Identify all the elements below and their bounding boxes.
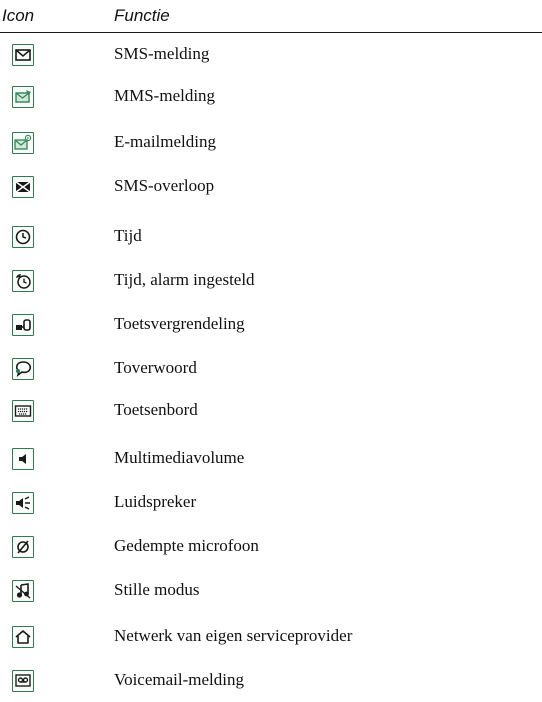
table-row: SMS-melding xyxy=(0,42,542,72)
alarm-icon xyxy=(12,270,34,292)
row-label: SMS-overloop xyxy=(114,176,215,195)
table-row: Toverwoord xyxy=(0,356,542,386)
magic-word-icon xyxy=(12,358,34,380)
voicemail-icon xyxy=(12,670,34,692)
silent-mode-icon xyxy=(12,580,34,602)
row-label: Netwerk van eigen serviceprovider xyxy=(114,626,353,645)
row-label: Tijd, alarm ingesteld xyxy=(114,270,255,289)
table-row: Tijd xyxy=(0,224,542,254)
row-label: Stille modus xyxy=(114,580,200,599)
row-label: Luidspreker xyxy=(114,492,197,511)
volume-icon xyxy=(12,448,34,470)
table-row: Toetsvergrendeling xyxy=(0,312,542,342)
icon-column-header: Icon xyxy=(2,6,35,25)
row-label: MMS-melding xyxy=(114,86,216,105)
row-label: Toverwoord xyxy=(114,358,197,377)
clock-icon xyxy=(12,226,34,248)
table-row: SMS-overloop xyxy=(0,174,542,204)
table-row: MMS-melding xyxy=(0,84,542,114)
keyboard-icon xyxy=(12,400,34,422)
keylock-icon xyxy=(12,314,34,336)
row-label: Toetsenbord xyxy=(114,400,198,419)
row-label: Multimediavolume xyxy=(114,448,245,467)
table-row: Multimediavolume xyxy=(0,446,542,476)
table-row: Netwerk van eigen serviceprovider xyxy=(0,624,542,654)
sms-overflow-icon xyxy=(12,176,34,198)
speaker-icon xyxy=(12,492,34,514)
table-header: Icon Functie xyxy=(0,0,542,33)
sms-icon xyxy=(12,44,34,66)
row-label: Tijd xyxy=(114,226,142,245)
row-label: SMS-melding xyxy=(114,44,210,63)
table-row: Luidspreker xyxy=(0,490,542,520)
function-column-header: Functie xyxy=(114,6,170,25)
table-row: Toetsenbord xyxy=(0,398,542,428)
row-label: Voicemail-melding xyxy=(114,670,244,689)
row-label: Gedempte microfoon xyxy=(114,536,259,555)
table-row: Voicemail-melding xyxy=(0,668,542,698)
table-row: Gedempte microfoon xyxy=(0,534,542,564)
mms-icon xyxy=(12,86,34,108)
home-network-icon xyxy=(12,626,34,648)
email-icon xyxy=(12,132,34,154)
table-row: E-mailmelding xyxy=(0,130,542,160)
row-label: E-mailmelding xyxy=(114,132,216,151)
muted-mic-icon xyxy=(12,536,34,558)
table-row: Tijd, alarm ingesteld xyxy=(0,268,542,298)
row-label: Toetsvergrendeling xyxy=(114,314,245,333)
table-row: Stille modus xyxy=(0,578,542,608)
